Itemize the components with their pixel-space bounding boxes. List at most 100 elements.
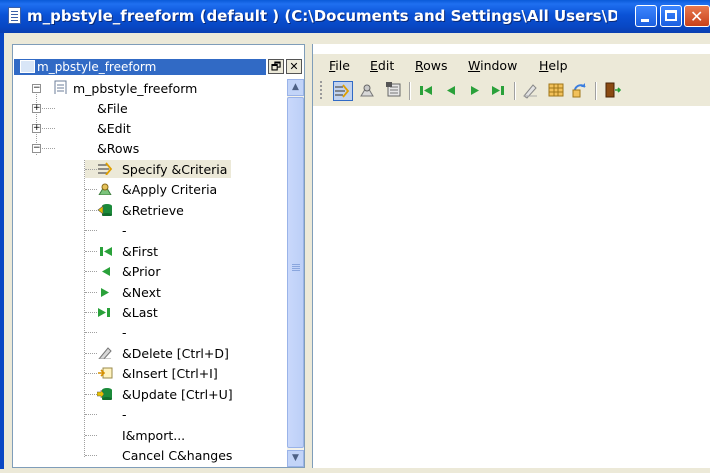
toolbar-separator	[409, 82, 411, 100]
prior-icon	[102, 267, 110, 276]
scroll-thumb[interactable]	[287, 97, 304, 448]
menu-label: dit	[377, 58, 395, 73]
tree-item-label: &Delete [Ctrl+D]	[122, 346, 229, 361]
retrieve-icon	[386, 82, 401, 97]
tree-connector	[85, 169, 97, 170]
minimize-icon	[641, 19, 649, 22]
delete-icon	[523, 84, 537, 99]
tree-item-cancel-changes[interactable]: Cancel C&hanges	[85, 446, 285, 464]
tree-item-label: Specify &Criteria	[122, 162, 228, 177]
tree-item-separator[interactable]: -	[85, 221, 285, 239]
expand-toggle[interactable]: +	[32, 124, 41, 133]
title-bar[interactable]: m_pbstyle_freeform (default ) (C:\Docume…	[0, 0, 710, 34]
toolbar-separator	[514, 82, 516, 100]
workspace-area[interactable]	[313, 106, 710, 468]
tree-item-last[interactable]: &Last	[85, 303, 285, 321]
prior-button[interactable]	[442, 81, 462, 101]
menu-label: ile	[335, 58, 350, 73]
tree-scrollbar[interactable]: ▲ ▼	[287, 79, 304, 467]
maximize-button[interactable]	[660, 5, 682, 27]
tree-connector	[85, 394, 97, 395]
menu-edit[interactable]: Edit	[370, 58, 394, 73]
tree-item-insert[interactable]: &Insert [Ctrl+I]	[85, 364, 285, 382]
first-icon	[420, 86, 432, 95]
menu-label: elp	[548, 58, 568, 73]
collapse-toggle[interactable]: −	[32, 84, 41, 93]
update-button[interactable]	[571, 81, 591, 101]
tree-item-rows[interactable]: − &Rows	[13, 139, 283, 157]
menu-file[interactable]: File	[329, 58, 350, 73]
last-button[interactable]	[490, 81, 510, 101]
pane-restore-button[interactable]: 🗗	[268, 59, 284, 74]
toolbar-separator	[595, 82, 597, 100]
menu-help[interactable]: Help	[539, 58, 568, 73]
tree-item-edit[interactable]: + &Edit	[13, 119, 283, 137]
tree-item-first[interactable]: &First	[85, 242, 285, 260]
prior-icon	[447, 86, 455, 95]
tree-pane-header: m_pbstyle_freeform	[14, 59, 266, 75]
tree-connector	[85, 455, 97, 456]
tree-item-separator[interactable]: -	[85, 405, 285, 423]
app-document-icon[interactable]	[8, 7, 21, 24]
tree-connector	[85, 414, 97, 415]
collapse-toggle[interactable]: −	[32, 144, 41, 153]
menu-tree-pane: m_pbstyle_freeform 🗗 ✕ − m_pbstyle_freef…	[12, 44, 305, 468]
tree-item-update[interactable]: &Update [Ctrl+U]	[85, 385, 285, 403]
tree-item-file[interactable]: + &File	[13, 99, 283, 117]
tree-item-prior[interactable]: &Prior	[85, 262, 285, 280]
close-icon: ✕	[690, 7, 704, 26]
insert-icon	[98, 367, 113, 379]
tree-item-apply-criteria[interactable]: &Apply Criteria	[85, 180, 285, 198]
minimize-button[interactable]	[635, 5, 657, 27]
tree-root-node[interactable]: − m_pbstyle_freeform	[13, 79, 283, 97]
tree-connector	[85, 251, 97, 252]
toolbar-grip[interactable]	[320, 81, 322, 101]
tree-item-specify-criteria[interactable]: Specify &Criteria	[85, 160, 231, 178]
tree-item-label: &Rows	[97, 141, 140, 156]
delete-button[interactable]	[522, 81, 542, 101]
next-button[interactable]	[466, 81, 486, 101]
delete-icon	[98, 347, 112, 359]
insert-button[interactable]	[547, 81, 567, 101]
tree-item-label: Cancel C&hanges	[122, 448, 233, 463]
tree-item-delete[interactable]: &Delete [Ctrl+D]	[85, 344, 285, 362]
menu-root-icon	[54, 80, 67, 94]
first-icon	[100, 247, 112, 256]
tree-connector	[85, 230, 97, 231]
tree-item-separator[interactable]: -	[85, 323, 285, 341]
first-button[interactable]	[417, 81, 437, 101]
menu-label: indow	[480, 58, 518, 73]
retrieve-button[interactable]	[385, 81, 405, 101]
tree-item-import[interactable]: I&mport...	[85, 426, 285, 444]
apply-criteria-button[interactable]	[359, 81, 379, 101]
scroll-up-button[interactable]: ▲	[287, 79, 304, 96]
tree-item-label: &File	[97, 101, 128, 116]
menu-object-icon	[20, 60, 35, 73]
specify-criteria-icon	[98, 162, 113, 175]
tree-connector	[85, 210, 97, 211]
close-button[interactable]: ✕	[684, 5, 710, 27]
grip-icon	[292, 264, 300, 265]
maximize-icon	[665, 10, 677, 21]
scroll-down-button[interactable]: ▼	[287, 450, 304, 467]
specify-criteria-button[interactable]	[333, 81, 353, 101]
retrieve-icon	[97, 204, 112, 216]
tree-item-label: &Next	[122, 285, 161, 300]
expand-toggle[interactable]: +	[32, 104, 41, 113]
menu-window[interactable]: Window	[468, 58, 517, 73]
tree-connector	[85, 271, 97, 272]
tree-connector	[85, 435, 97, 436]
last-icon	[98, 308, 110, 317]
tree-item-label: -	[122, 407, 127, 422]
tree-item-label: &Prior	[122, 264, 161, 279]
tree-connector	[85, 189, 97, 190]
tree-item-retrieve[interactable]: &Retrieve	[85, 201, 285, 219]
tree-item-next[interactable]: &Next	[85, 283, 285, 301]
tree-item-label: &Insert [Ctrl+I]	[122, 366, 218, 381]
tree-item-label: &Apply Criteria	[122, 182, 218, 197]
exit-button[interactable]	[603, 81, 623, 101]
menu-rows[interactable]: Rows	[415, 58, 448, 73]
menu-bar: File Edit Rows Window Help	[313, 54, 710, 75]
pane-close-button[interactable]: ✕	[286, 59, 302, 74]
toolbar	[313, 75, 710, 107]
